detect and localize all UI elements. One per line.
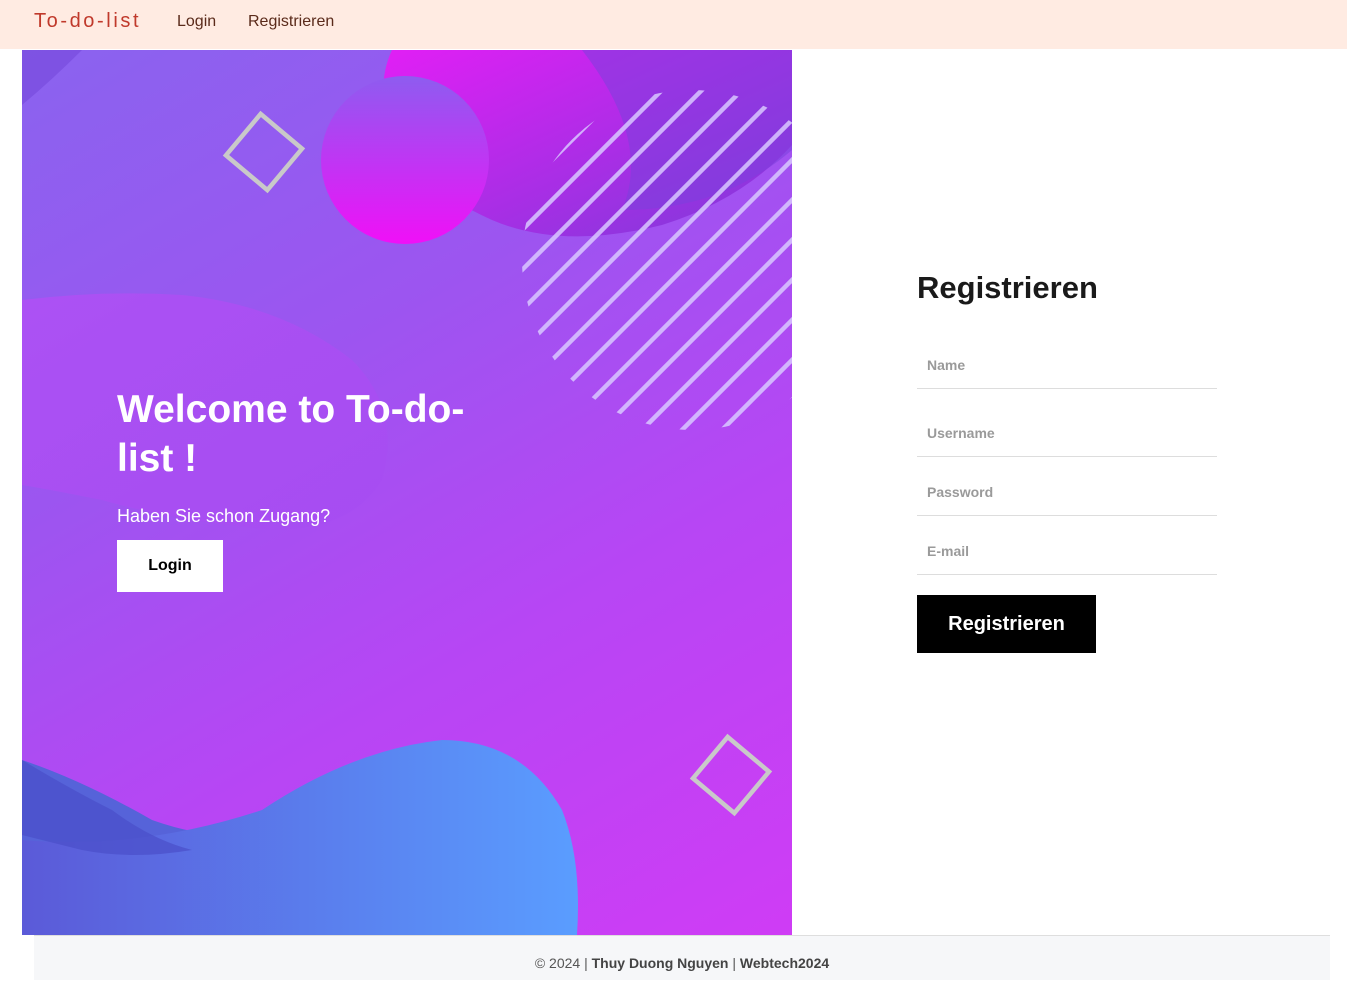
- name-field[interactable]: [917, 341, 1217, 389]
- email-field[interactable]: [917, 527, 1217, 575]
- top-navbar: To-do-list Login Registrieren: [0, 0, 1347, 49]
- nav-login-link[interactable]: Login: [177, 13, 216, 31]
- register-form-title: Registrieren: [917, 270, 1098, 305]
- nav-register-link[interactable]: Registrieren: [248, 13, 334, 31]
- hero-content: Welcome to To-do- list ! Haben Sie schon…: [117, 385, 497, 592]
- welcome-heading: Welcome to To-do- list !: [117, 385, 497, 483]
- footer-project: Webtech2024: [739, 955, 830, 971]
- footer-copyright: © 2024 |: [534, 955, 588, 971]
- register-form: Registrieren Registrieren: [917, 270, 1217, 653]
- username-field[interactable]: [917, 409, 1217, 457]
- footer: © 2024 | Thuy Duong Nguyen | Webtech2024: [34, 935, 1330, 980]
- hero-subtitle: Haben Sie schon Zugang?: [117, 506, 331, 526]
- footer-author: Thuy Duong Nguyen: [591, 955, 729, 971]
- password-field[interactable]: [917, 468, 1217, 516]
- welcome-heading-line1: Welcome to To-do-: [117, 388, 465, 431]
- hero-login-button[interactable]: Login: [117, 540, 223, 592]
- register-submit-button[interactable]: Registrieren: [917, 595, 1096, 653]
- welcome-heading-line2: list !: [117, 437, 198, 480]
- hero-panel: Welcome to To-do- list ! Haben Sie schon…: [22, 50, 792, 935]
- brand-logo[interactable]: To-do-list: [34, 10, 141, 33]
- footer-separator: |: [732, 955, 737, 971]
